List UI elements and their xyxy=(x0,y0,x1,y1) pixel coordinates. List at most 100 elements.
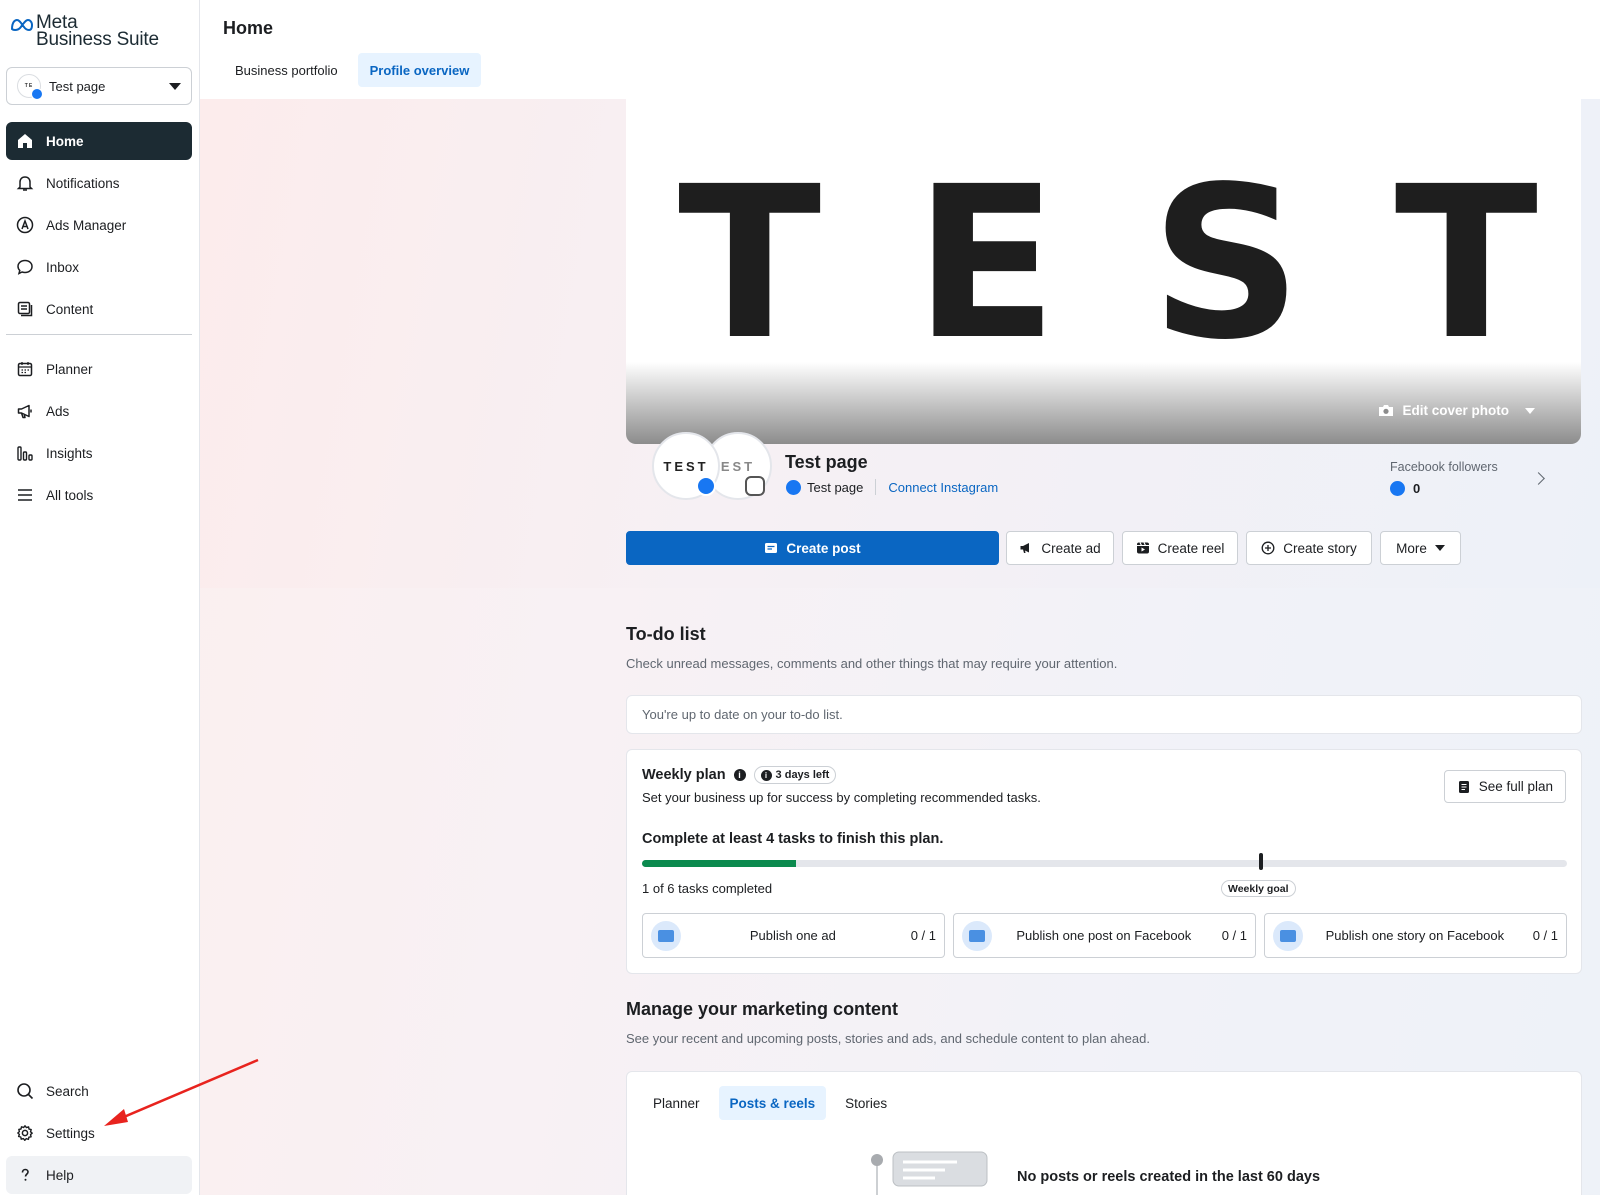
tasks-completed-count: 1 of 6 tasks completed xyxy=(642,881,773,896)
sidebar-item-content[interactable]: Content xyxy=(6,290,192,328)
facebook-badge-icon xyxy=(31,88,43,100)
tab-profile-overview[interactable]: Profile overview xyxy=(357,53,482,87)
todo-title: To-do list xyxy=(626,624,706,644)
sidebar-item-help[interactable]: Help xyxy=(6,1156,192,1194)
sidebar-item-home[interactable]: Home xyxy=(6,122,192,160)
brand-name: Meta Business Suite xyxy=(36,13,159,50)
meta-logo[interactable]: Meta Business Suite xyxy=(10,13,159,50)
empty-state-illustration xyxy=(871,1151,988,1195)
tab-stories[interactable]: Stories xyxy=(834,1086,898,1120)
todo-description: Check unread messages, comments and othe… xyxy=(626,656,1118,671)
sidebar-item-label: Notifications xyxy=(46,175,120,191)
facebook-icon xyxy=(786,479,801,495)
create-ad-button[interactable]: Create ad xyxy=(1006,531,1114,565)
divider xyxy=(875,479,877,495)
page-selector[interactable]: TE Test page xyxy=(6,67,192,105)
sidebar-item-all-tools[interactable]: All tools xyxy=(6,476,192,514)
gear-icon xyxy=(17,1125,33,1141)
facebook-page-label[interactable]: Test page xyxy=(807,480,863,495)
weekly-plan-progress-bar xyxy=(642,860,1567,867)
bell-icon xyxy=(16,176,34,191)
info-icon[interactable]: i xyxy=(733,769,746,781)
cover-letter: T xyxy=(1394,141,1538,386)
tab-business-portfolio[interactable]: Business portfolio xyxy=(223,53,350,87)
connect-instagram-link[interactable]: Connect Instagram xyxy=(888,480,998,495)
empty-state-title: No posts or reels created in the last 60… xyxy=(1017,1169,1321,1185)
sidebar-item-label: Search xyxy=(46,1083,89,1099)
task-publish-ad[interactable]: Publish one ad 0 / 1 xyxy=(642,913,945,958)
menu-icon xyxy=(18,489,32,501)
sidebar-item-label: Ads Manager xyxy=(46,217,127,233)
followers-label: Facebook followers xyxy=(1390,460,1498,474)
weekly-plan-description: Set your business up for success by comp… xyxy=(642,790,1041,805)
create-ad-label: Create ad xyxy=(1041,540,1101,556)
create-reel-button[interactable]: Create reel xyxy=(1122,531,1238,565)
cover-letter: E xyxy=(914,141,1058,386)
task-publish-post[interactable]: Publish one post on Facebook 0 / 1 xyxy=(953,913,1256,958)
weekly-plan-goal: Complete at least 4 tasks to finish this… xyxy=(642,831,944,847)
todo-status-text: You're up to date on your to-do list. xyxy=(642,707,843,722)
days-left-text: 3 days left xyxy=(775,769,830,781)
task-progress: 0 / 1 xyxy=(1532,928,1558,943)
task-label: Publish one post on Facebook xyxy=(1016,928,1192,943)
cover-photo-text: T E S T xyxy=(678,159,1538,369)
sidebar-item-insights[interactable]: Insights xyxy=(6,434,192,472)
list-document-icon xyxy=(1458,780,1469,793)
post-icon xyxy=(765,543,778,553)
create-story-label: Create story xyxy=(1283,540,1357,556)
facebook-icon xyxy=(696,476,716,496)
page-selector-label: Test page xyxy=(49,78,106,94)
manage-content-card: Planner Posts & reels Stories No posts o… xyxy=(626,1071,1582,1195)
secondary-nav: Planner Ads Insights All tools xyxy=(6,350,192,518)
todo-status-card: You're up to date on your to-do list. xyxy=(626,695,1582,734)
more-button[interactable]: More xyxy=(1380,531,1461,565)
sidebar-item-label: Settings xyxy=(46,1125,95,1141)
ads-manager-icon xyxy=(16,216,34,234)
ad-chart-icon xyxy=(651,920,681,951)
task-label: Publish one ad xyxy=(749,928,836,943)
search-icon xyxy=(17,1083,34,1100)
profile-accounts: Test page Connect Instagram xyxy=(786,479,998,495)
task-publish-story[interactable]: Publish one story on Facebook 0 / 1 xyxy=(1264,913,1567,958)
reel-icon xyxy=(1136,542,1149,554)
sidebar-item-planner[interactable]: Planner xyxy=(6,350,192,388)
chevron-down-icon xyxy=(1434,545,1445,551)
cover-letter: S xyxy=(1150,141,1302,386)
manage-content-title: Manage your marketing content xyxy=(626,999,899,1019)
create-story-button[interactable]: Create story xyxy=(1246,531,1372,565)
clock-icon: i xyxy=(760,769,772,781)
chat-bubble-icon xyxy=(17,259,33,275)
tab-posts-reels[interactable]: Posts & reels xyxy=(718,1086,827,1120)
weekly-plan-title: Weekly plan xyxy=(642,767,726,783)
page-avatar: TE xyxy=(17,74,43,100)
sidebar-item-ads-manager[interactable]: Ads Manager xyxy=(6,206,192,244)
followers-count[interactable]: 0 xyxy=(1390,481,1420,496)
annotation-arrow-icon xyxy=(104,1058,259,1126)
profile-name: Test page xyxy=(785,452,868,472)
brand-line2: Business Suite xyxy=(36,29,159,50)
sidebar-item-ads[interactable]: Ads xyxy=(6,392,192,430)
chevron-down-icon xyxy=(1525,407,1535,414)
more-label: More xyxy=(1396,540,1427,556)
create-post-button[interactable]: Create post xyxy=(626,531,999,565)
sidebar-item-label: Home xyxy=(46,133,84,149)
see-full-plan-button[interactable]: See full plan xyxy=(1443,770,1566,803)
days-left-badge: i 3 days left xyxy=(753,766,837,784)
add-circle-icon xyxy=(1261,541,1275,555)
edit-cover-photo-button[interactable]: Edit cover photo xyxy=(1378,403,1535,418)
avatar-text: TEST xyxy=(663,458,709,474)
followers-number: 0 xyxy=(1413,481,1421,496)
sidebar: Meta Business Suite TE Test page Home No… xyxy=(0,0,200,1195)
post-compose-icon xyxy=(962,920,992,951)
sidebar-item-label: Help xyxy=(46,1167,74,1183)
sidebar-item-notifications[interactable]: Notifications xyxy=(6,164,192,202)
create-reel-label: Create reel xyxy=(1157,540,1225,556)
story-icon xyxy=(1273,920,1303,951)
create-post-label: Create post xyxy=(786,540,861,556)
sidebar-item-inbox[interactable]: Inbox xyxy=(6,248,192,286)
tab-planner[interactable]: Planner xyxy=(642,1086,711,1120)
question-icon xyxy=(21,1168,29,1181)
megaphone-icon xyxy=(1020,543,1030,553)
task-progress: 0 / 1 xyxy=(910,928,936,943)
cover-photo: T E S T Edit cover photo xyxy=(626,99,1581,444)
